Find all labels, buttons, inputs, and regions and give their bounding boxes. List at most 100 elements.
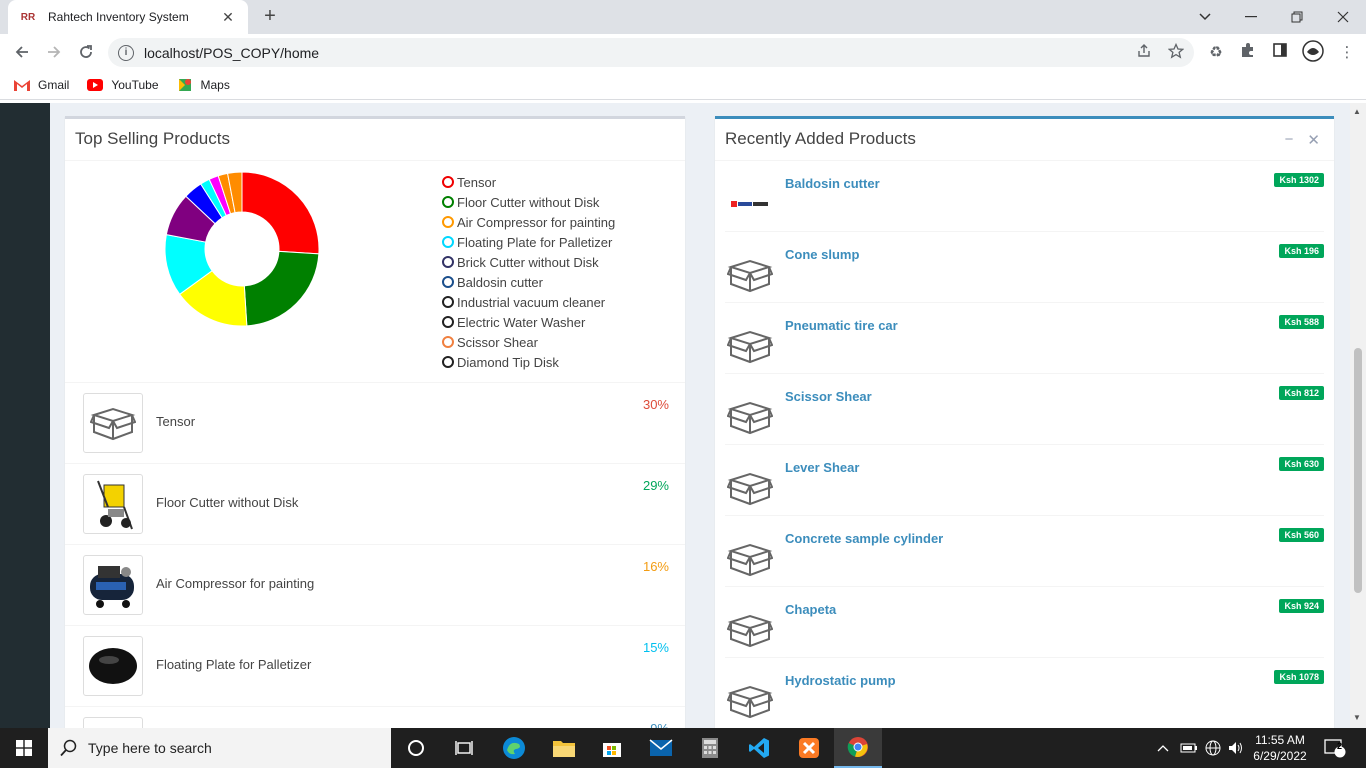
tab-search-chevron-icon[interactable] [1182,0,1228,34]
legend-label: Electric Water Washer [457,314,586,330]
legend-ring-icon [442,196,454,208]
recent-product-link[interactable]: Cone slump [785,247,859,262]
recent-product-link[interactable]: Lever Shear [785,460,859,475]
legend-label: Brick Cutter without Disk [457,254,599,270]
side-panel-icon[interactable] [1269,42,1291,64]
top-selling-row[interactable]: Floor Cutter without Disk 29% [65,464,685,545]
top-selling-list: Tensor 30% Floor Cutter without Disk 29% Air… [65,383,685,728]
top-selling-row[interactable]: Air Compressor for painting 16% [65,545,685,626]
address-url[interactable]: localhost/POS_COPY/home [144,45,319,61]
mail-icon[interactable] [637,728,685,768]
edge-browser-icon[interactable] [490,728,538,768]
price-badge: Ksh 1078 [1274,670,1324,684]
search-icon [60,739,77,757]
notifications-icon[interactable]: 2 [1324,728,1346,768]
forward-arrow-icon[interactable] [42,40,66,64]
profile-avatar-icon[interactable] [1302,40,1324,62]
maps-icon [178,78,191,91]
minimize-button[interactable] [1228,0,1274,34]
recent-products-list: Baldosin cutter Ksh 1302 Cone slump Ksh 196… [715,161,1334,728]
top-selling-row[interactable]: Tensor 30% [65,383,685,464]
scrollbar-thumb[interactable] [1354,348,1362,593]
legend-item[interactable]: Air Compressor for painting [442,212,615,232]
network-globe-icon[interactable] [1205,728,1221,768]
browser-toolbar: i localhost/POS_COPY/home ♻ ⋮ [0,34,1366,70]
product-box-icon [725,321,775,371]
legend-ring-icon [442,296,454,308]
tab-close-icon[interactable]: ✕ [220,9,236,26]
recent-product-link[interactable]: Hydrostatic pump [785,673,896,688]
bookmark-youtube[interactable]: YouTube [87,78,159,92]
recent-product-item: Baldosin cutter Ksh 1302 [725,161,1324,232]
restore-button[interactable] [1274,0,1320,34]
legend-ring-icon [442,216,454,228]
recent-product-link[interactable]: Baldosin cutter [785,176,880,191]
site-favicon-icon: RR [20,11,36,23]
legend-item[interactable]: Baldosin cutter [442,272,615,292]
donut-slice[interactable] [241,171,320,255]
recent-product-link[interactable]: Chapeta [785,602,836,617]
bookmark-gmail[interactable]: Gmail [14,78,69,92]
calculator-icon[interactable] [686,728,734,768]
volume-icon[interactable] [1228,728,1244,768]
scroll-up-arrow-icon[interactable]: ▲ [1353,107,1361,116]
legend-label: Baldosin cutter [457,274,543,290]
task-view-icon[interactable] [440,728,488,768]
share-icon[interactable] [1134,43,1154,63]
donut-slice[interactable] [243,250,320,327]
top-selling-row[interactable]: 9% [65,707,685,728]
browser-tab[interactable]: RR Rahtech Inventory System ✕ [8,0,248,34]
legend-item[interactable]: Tensor [442,172,615,192]
clock-date: 6/29/2022 [1253,749,1307,763]
new-tab-button[interactable]: + [258,5,282,29]
legend-item[interactable]: Industrial vacuum cleaner [442,292,615,312]
legend-item[interactable]: Floating Plate for Palletizer [442,232,615,252]
legend-item[interactable]: Floor Cutter without Disk [442,192,615,212]
page-scrollbar[interactable]: ▲ ▼ [1350,103,1366,728]
file-explorer-icon[interactable] [540,728,588,768]
recent-product-link[interactable]: Concrete sample cylinder [785,531,943,546]
vscode-icon[interactable] [735,728,783,768]
legend-ring-icon [442,176,454,188]
taskbar-search[interactable]: Type here to search [48,728,391,768]
microsoft-store-icon[interactable] [588,728,636,768]
legend-item[interactable]: Brick Cutter without Disk [442,252,615,272]
windows-start-icon[interactable] [0,728,48,768]
legend-item[interactable]: Electric Water Washer [442,312,615,332]
recent-products-title: Recently Added Products [725,129,916,148]
recent-product-link[interactable]: Pneumatic tire car [785,318,898,333]
scroll-down-arrow-icon[interactable]: ▼ [1353,713,1361,722]
product-name: Floating Plate for Palletizer [156,657,312,672]
product-box-icon [725,605,775,655]
collapse-minus-icon[interactable]: − [1285,131,1294,149]
recent-product-item: Cone slump Ksh 196 [725,232,1324,303]
legend-item[interactable]: Diamond Tip Disk [442,352,615,372]
product-box-icon [725,392,775,442]
taskbar-clock[interactable]: 11:55 AM 6/29/2022 [1248,732,1312,764]
bookmark-maps[interactable]: Maps [177,77,230,93]
close-window-button[interactable] [1320,0,1366,34]
xampp-icon[interactable] [785,728,833,768]
menu-kebab-icon[interactable]: ⋮ [1336,42,1358,64]
chrome-icon[interactable] [834,728,882,768]
product-percent: 16% [642,559,669,574]
address-bar[interactable]: i localhost/POS_COPY/home [108,38,1194,67]
bookmark-label: Gmail [38,77,70,92]
recycle-extension-icon[interactable]: ♻ [1205,42,1227,64]
site-info-icon[interactable]: i [118,44,134,61]
battery-icon[interactable] [1180,728,1198,768]
reload-icon[interactable] [74,40,98,64]
top-selling-box: Top Selling Products Tensor Floor Cutter … [65,116,685,728]
legend-item[interactable]: Scissor Shear [442,332,615,352]
donut-chart [164,171,320,327]
bookmark-star-icon[interactable] [1166,42,1186,63]
back-arrow-icon[interactable] [10,40,34,64]
top-selling-row[interactable]: Floating Plate for Palletizer 15% [65,626,685,707]
tray-chevron-up-icon[interactable] [1157,728,1169,768]
price-badge: Ksh 1302 [1274,173,1324,187]
taskbar-search-placeholder[interactable]: Type here to search [88,740,212,756]
extensions-puzzle-icon[interactable] [1237,42,1259,64]
recent-product-link[interactable]: Scissor Shear [785,389,872,404]
cortana-circle-icon[interactable] [392,728,440,768]
remove-close-icon[interactable]: ✕ [1307,131,1320,149]
